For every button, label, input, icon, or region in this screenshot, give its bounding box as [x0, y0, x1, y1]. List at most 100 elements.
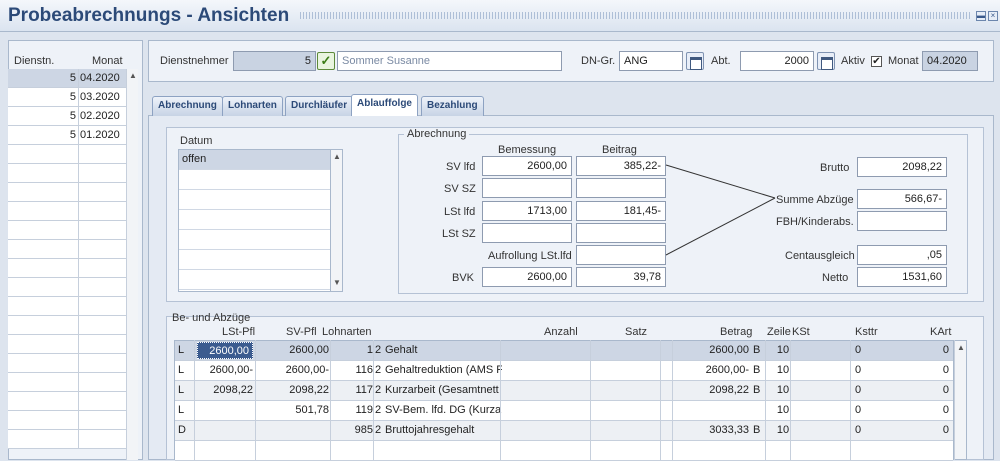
- list-item[interactable]: [8, 164, 126, 183]
- lst-lfd-bemessung[interactable]: 1713,00: [482, 201, 572, 221]
- column-divider: [765, 340, 766, 460]
- sv-lfd-bemessung[interactable]: 2600,00: [482, 156, 572, 176]
- datum-list-item[interactable]: [179, 170, 330, 190]
- sv-lfd-beitrag[interactable]: 385,22-: [576, 156, 666, 176]
- list-item[interactable]: [8, 430, 126, 449]
- list-item[interactable]: [8, 240, 126, 259]
- employee-name-field[interactable]: Sommer Susanne: [337, 51, 562, 71]
- datum-list-item[interactable]: [179, 270, 330, 290]
- left-list-scrollbar[interactable]: ▲: [126, 69, 138, 460]
- table-row[interactable]: L 2098,22 2098,22 117 2 Kurzarbeit (Gesamtnet…: [175, 381, 953, 401]
- scroll-up-icon[interactable]: ▲: [333, 152, 341, 161]
- datum-list-item[interactable]: [179, 250, 330, 270]
- cell-nr: 1: [366, 344, 373, 356]
- monat-cell: 04.2020: [80, 72, 120, 84]
- table-row[interactable]: D 985 2 Bruttojahresgehalt 3033,33 B 1 0 0 0: [175, 421, 953, 441]
- column-divider: [78, 164, 79, 183]
- header-betrag: Betrag: [720, 326, 753, 338]
- list-item[interactable]: [8, 335, 126, 354]
- confirm-check-icon[interactable]: ✓: [317, 52, 335, 70]
- aktiv-checkbox[interactable]: ✔: [871, 56, 882, 67]
- list-item[interactable]: 5 02.2020: [8, 107, 126, 126]
- lst-sz-bemessung[interactable]: [482, 223, 572, 243]
- cell-lstpfl[interactable]: 2600,00: [197, 342, 253, 359]
- tab-bezahlung[interactable]: Bezahlung: [421, 96, 484, 116]
- summe-abzuege-field[interactable]: 566,67-: [857, 189, 947, 209]
- list-item[interactable]: [8, 145, 126, 164]
- list-item[interactable]: 5 03.2020: [8, 88, 126, 107]
- be-abzuege-grid: L 2600,00 2600,00 1 2 Gehalt 2600,00 B 1 0 0 0 L 2600…: [174, 340, 954, 461]
- bvk-bemessung[interactable]: 2600,00: [482, 267, 572, 287]
- calendar-icon[interactable]: [686, 52, 704, 70]
- employee-number-field[interactable]: 5: [233, 51, 316, 71]
- datum-list-item[interactable]: [179, 230, 330, 250]
- fbh-label: FBH/Kinderabs.: [776, 216, 854, 228]
- scroll-up-icon[interactable]: ▲: [957, 343, 965, 352]
- datum-list-item[interactable]: offen: [179, 150, 330, 170]
- bvk-beitrag[interactable]: 39,78: [576, 267, 666, 287]
- table-row[interactable]: L 2600,00- 2600,00- 116 2 Gehaltreduktion (AM…: [175, 361, 953, 381]
- cell-zeile: 1: [776, 404, 783, 416]
- column-divider: [78, 69, 79, 88]
- datum-list-item[interactable]: [179, 190, 330, 210]
- cell-typ: L: [178, 344, 185, 356]
- cell-zeile: 1: [776, 344, 783, 356]
- column-header-dienstnr: Dienstn.: [14, 55, 55, 67]
- cell-ksttr: 0: [855, 424, 862, 436]
- datum-list-item[interactable]: [179, 210, 330, 230]
- list-item[interactable]: [8, 259, 126, 278]
- list-item[interactable]: [8, 278, 126, 297]
- column-divider: [500, 340, 501, 460]
- tab-durchlaeufer[interactable]: Durchläufer: [285, 96, 354, 116]
- netto-field[interactable]: 1531,60: [857, 267, 947, 287]
- tab-ablauffolge[interactable]: Ablauffolge: [351, 94, 418, 116]
- lst-lfd-beitrag[interactable]: 181,45-: [576, 201, 666, 221]
- cell-zeile: 1: [776, 364, 783, 376]
- list-item[interactable]: [8, 411, 126, 430]
- column-header-monat: Monat: [92, 55, 123, 67]
- scroll-down-icon[interactable]: ▼: [333, 278, 341, 287]
- brutto-field[interactable]: 2098,22: [857, 157, 947, 177]
- be-abzuege-title: Be- und Abzüge: [172, 312, 251, 324]
- column-divider: [78, 297, 79, 316]
- dngr-field[interactable]: ANG: [619, 51, 683, 71]
- title-decoration: [300, 12, 972, 19]
- sv-sz-beitrag[interactable]: [576, 178, 666, 198]
- table-row[interactable]: [175, 441, 953, 461]
- cell-betrag: 2098,22: [709, 384, 749, 396]
- list-item[interactable]: 5 01.2020: [8, 126, 126, 145]
- aufrollung-field[interactable]: [576, 245, 666, 265]
- fbh-field[interactable]: [857, 211, 947, 231]
- tab-lohnarten[interactable]: Lohnarten: [222, 96, 283, 116]
- cell-kart: 0: [942, 364, 949, 376]
- list-item[interactable]: [8, 354, 126, 373]
- header-zeile: Zeile: [767, 326, 791, 338]
- list-item[interactable]: 5 04.2020: [8, 69, 126, 88]
- cell-ksttr: 0: [855, 404, 862, 416]
- abrechnung-title: Abrechnung: [404, 128, 470, 140]
- close-icon[interactable]: ×: [988, 11, 998, 21]
- list-item[interactable]: [8, 297, 126, 316]
- abt-field[interactable]: 2000: [740, 51, 814, 71]
- tab-abrechnung[interactable]: Abrechnung: [152, 96, 223, 116]
- list-item[interactable]: [8, 202, 126, 221]
- list-item[interactable]: [8, 221, 126, 240]
- minimize-icon[interactable]: ▬: [976, 11, 986, 21]
- list-item[interactable]: [8, 183, 126, 202]
- table-row[interactable]: L 501,78 119 2 SV-Bem. lfd. DG (Kurza 1 0 0 0: [175, 401, 953, 421]
- lst-sz-beitrag[interactable]: [576, 223, 666, 243]
- monat-field[interactable]: 04.2020: [922, 51, 978, 71]
- list-item[interactable]: [8, 392, 126, 411]
- cell-name: Gehalt: [385, 344, 418, 356]
- sv-sz-bemessung[interactable]: [482, 178, 572, 198]
- netto-label: Netto: [822, 272, 849, 284]
- datum-scrollbar[interactable]: ▲ ▼: [330, 149, 343, 292]
- list-item[interactable]: [8, 373, 126, 392]
- grid-scrollbar[interactable]: ▲: [954, 340, 967, 460]
- monat-cell: 02.2020: [80, 110, 120, 122]
- calendar-icon[interactable]: [817, 52, 835, 70]
- centausgleich-field[interactable]: ,05: [857, 245, 947, 265]
- scroll-up-icon[interactable]: ▲: [129, 71, 137, 80]
- list-item[interactable]: [8, 316, 126, 335]
- table-row[interactable]: L 2600,00 2600,00 1 2 Gehalt 2600,00 B 1 0 0 0: [175, 341, 953, 361]
